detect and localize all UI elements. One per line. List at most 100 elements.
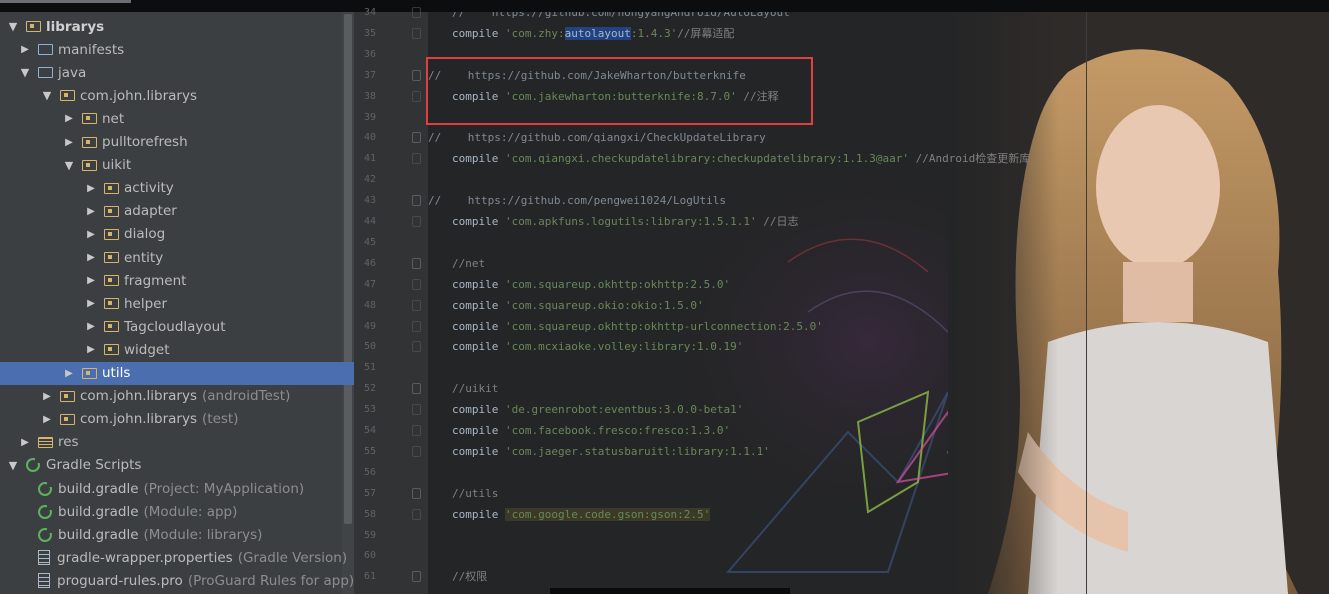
line-number: 51 xyxy=(363,362,376,374)
code-line[interactable]: compile 'com.qiangxi.checkupdatelibrary:… xyxy=(452,148,1030,169)
code-line[interactable]: compile 'com.squareup.okio:okio:1.5.0' xyxy=(452,295,704,316)
chevron-right-icon[interactable]: ▶ xyxy=(40,391,54,402)
fold-marker-icon[interactable] xyxy=(412,445,421,457)
tree-item-label: entity xyxy=(124,249,164,266)
fold-marker-icon[interactable] xyxy=(412,425,421,436)
tree-item-hint: (test) xyxy=(202,411,239,428)
code-line[interactable]: compile 'de.greenrobot:eventbus:3.0.0-be… xyxy=(452,399,743,420)
tree-item[interactable]: gradle-wrapper.properties (Gradle Version… xyxy=(0,546,354,569)
horizontal-scrollbar[interactable] xyxy=(550,588,790,594)
code-keyword: compile xyxy=(452,26,505,40)
chevron-right-icon[interactable]: ▶ xyxy=(62,368,76,379)
chevron-down-icon[interactable]: ▼ xyxy=(18,66,32,79)
chevron-down-icon[interactable]: ▼ xyxy=(6,20,20,33)
chevron-right-icon[interactable]: ▶ xyxy=(62,137,76,148)
tree-item[interactable]: build.gradle (Project: MyApplication) xyxy=(0,477,354,500)
chevron-right-icon[interactable]: ▶ xyxy=(62,113,76,124)
fold-marker-icon[interactable] xyxy=(412,320,421,332)
project-tree[interactable]: ▼ librarys ▶ manifests ▼ java ▼ com.john.librar… xyxy=(0,12,354,594)
code-line[interactable]: //uikit xyxy=(452,378,498,399)
code-line[interactable]: compile 'com.squareup.okhttp:okhttp:2.5.… xyxy=(452,274,730,295)
tree-item[interactable]: ▶ helper xyxy=(0,292,354,315)
tree-item[interactable]: ▼ Gradle Scripts xyxy=(0,454,348,477)
chevron-down-icon[interactable]: ▼ xyxy=(40,89,54,102)
fold-marker-icon[interactable] xyxy=(412,132,421,144)
code-keyword: compile xyxy=(452,444,505,458)
chevron-right-icon[interactable]: ▶ xyxy=(18,437,32,448)
tree-item[interactable]: ▶ utils xyxy=(0,361,354,385)
fold-marker-icon[interactable] xyxy=(412,257,421,269)
tree-item[interactable]: ▼ uikit xyxy=(0,154,354,177)
tree-item[interactable]: ▶ com.john.librarys (androidTest) xyxy=(0,385,354,408)
code-line[interactable]: // https://github.com/hongyangAndroid/Au… xyxy=(452,12,790,23)
chevron-right-icon[interactable]: ▶ xyxy=(84,321,98,332)
tree-item-label: dialog xyxy=(124,226,166,243)
line-number: 40 xyxy=(363,132,376,144)
code-line[interactable]: compile 'com.mcxiaoke.volley:library:1.0… xyxy=(452,336,743,357)
gradle-icon xyxy=(38,527,52,542)
tree-item[interactable]: ▼ java xyxy=(0,61,354,84)
fold-marker-icon[interactable] xyxy=(412,69,421,81)
chevron-right-icon[interactable]: ▶ xyxy=(84,206,98,217)
fold-marker-icon[interactable] xyxy=(412,153,421,165)
chevron-right-icon[interactable]: ▶ xyxy=(18,44,32,55)
code-line[interactable]: //net xyxy=(452,253,485,274)
tree-item[interactable]: proguard-rules.pro (ProGuard Rules for ap… xyxy=(0,569,354,592)
code-line[interactable]: compile 'com.apkfuns.logutils:library:1.… xyxy=(452,211,799,232)
tree-item[interactable]: ▶ fragment xyxy=(0,269,354,292)
tree-item[interactable]: ▶ pulltorefresh xyxy=(0,131,354,154)
fold-marker-icon[interactable] xyxy=(412,7,421,18)
chevron-down-icon[interactable]: ▼ xyxy=(62,159,76,172)
fold-marker-icon[interactable] xyxy=(412,383,421,395)
chevron-right-icon[interactable]: ▶ xyxy=(40,414,54,425)
chevron-right-icon[interactable]: ▶ xyxy=(84,275,98,286)
chevron-right-icon[interactable]: ▶ xyxy=(84,298,98,309)
code-string: 'com.mcxiaoke.volley:library:1.0.19' xyxy=(504,340,744,354)
chevron-right-icon[interactable]: ▶ xyxy=(84,229,98,240)
fold-marker-icon[interactable] xyxy=(412,195,421,207)
chevron-right-icon[interactable]: ▶ xyxy=(84,344,98,355)
tree-item[interactable]: ▶ res xyxy=(0,431,354,454)
code-keyword: compile xyxy=(452,507,505,521)
code-line[interactable]: //权限 xyxy=(452,566,487,587)
fold-marker-icon[interactable] xyxy=(412,487,421,499)
tree-item[interactable]: ▶ adapter xyxy=(0,200,354,223)
tree-item[interactable]: ▶ entity xyxy=(0,246,354,269)
code-line[interactable]: compile 'com.facebook.fresco:fresco:1.3.… xyxy=(452,420,730,441)
code-line[interactable]: compile 'com.squareup.okhttp:okhttp-urlc… xyxy=(452,316,823,337)
code-line[interactable]: compile 'com.zhy:autolayout:1.4.3'//屏幕适配 xyxy=(452,23,734,44)
fold-marker-icon[interactable] xyxy=(412,571,421,583)
tree-item-label: java xyxy=(58,64,87,81)
tree-item[interactable]: ▶ net xyxy=(0,107,354,130)
line-number: 55 xyxy=(363,445,376,457)
fold-marker-icon[interactable] xyxy=(412,216,421,227)
tree-item[interactable]: ▼ librarys xyxy=(0,15,348,38)
chevron-right-icon[interactable]: ▶ xyxy=(84,183,98,194)
tree-item-label: activity xyxy=(124,180,174,197)
code-line[interactable]: // https://github.com/qiangxi/CheckUpdat… xyxy=(428,127,766,148)
tree-item[interactable]: build.gradle (Module: librarys) xyxy=(0,523,354,546)
fold-marker-icon[interactable] xyxy=(412,508,421,520)
fold-marker-icon[interactable] xyxy=(412,90,421,102)
fold-marker-icon[interactable] xyxy=(412,299,421,311)
fold-marker-icon[interactable] xyxy=(412,278,421,290)
fold-marker-icon[interactable] xyxy=(412,27,421,39)
tree-item[interactable]: ▶ Tagcloudlayout xyxy=(0,315,354,338)
chevron-right-icon[interactable]: ▶ xyxy=(84,252,98,263)
chevron-down-icon[interactable]: ▼ xyxy=(6,459,20,472)
code-line[interactable]: compile 'com.jaeger.statusbaruitl:librar… xyxy=(452,441,770,462)
code-keyword: compile xyxy=(452,215,505,228)
code-line[interactable]: //utils xyxy=(452,483,498,504)
code-string: 'com.qiangxi.checkupdatelibrary:checkupd… xyxy=(504,152,909,166)
fold-marker-icon[interactable] xyxy=(412,404,421,416)
tree-item[interactable]: ▶ com.john.librarys (test) xyxy=(0,408,354,431)
tree-item[interactable]: build.gradle (Module: app) xyxy=(0,500,354,523)
code-line[interactable]: // https://github.com/pengwei1024/LogUti… xyxy=(428,190,726,211)
code-line[interactable]: compile 'com.google.code.gson:gson:2.5' xyxy=(452,504,711,525)
tree-item[interactable]: ▶ widget xyxy=(0,338,354,361)
tree-item[interactable]: ▶ manifests xyxy=(0,38,354,61)
tree-item[interactable]: ▶ activity xyxy=(0,177,354,200)
tree-item[interactable]: ▼ com.john.librarys xyxy=(0,84,354,107)
fold-marker-icon[interactable] xyxy=(412,341,421,353)
tree-item[interactable]: ▶ dialog xyxy=(0,223,354,246)
